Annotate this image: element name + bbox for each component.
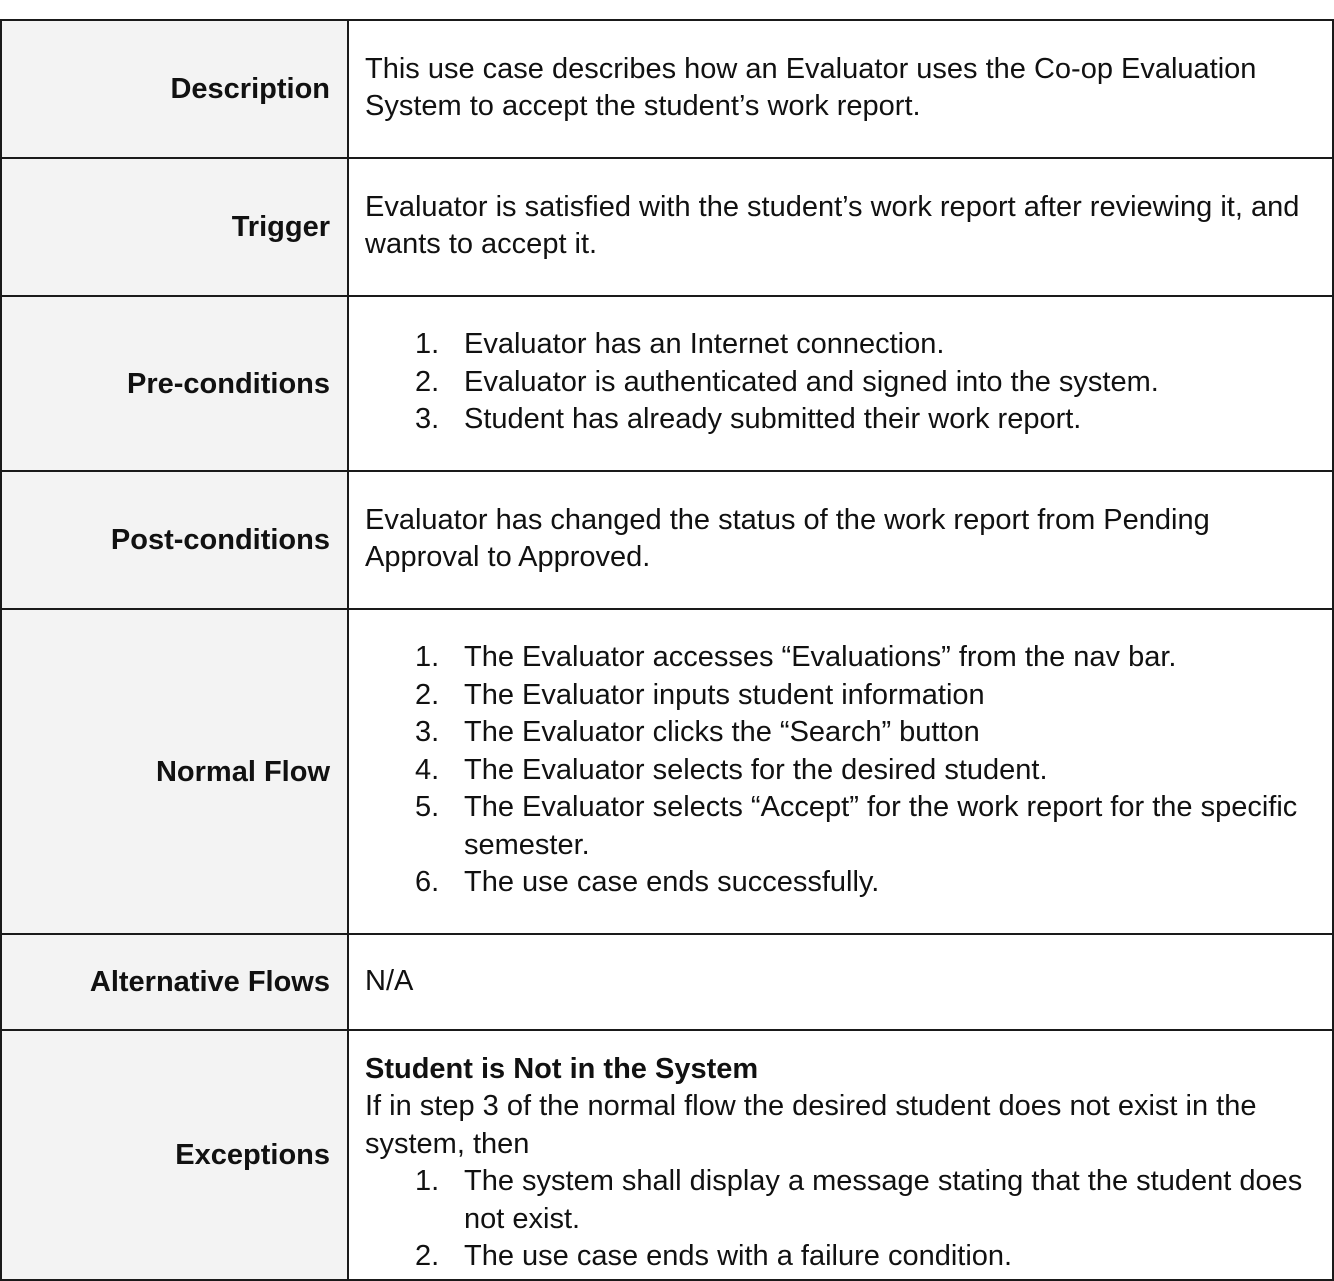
list-number: 6. (415, 866, 440, 899)
list-number: 3. (415, 716, 440, 749)
list-item: 5. The Evaluator selects “Accept” for the… (365, 789, 1316, 864)
row-alternative-flows: Alternative Flows N/A (0, 933, 1334, 1031)
exceptions-cell: Student is Not in the System If in step … (347, 1029, 1334, 1281)
list-item-text: The use case ends with a failure conditi… (464, 1240, 1013, 1272)
postconditions-text: Evaluator has changed the status of the … (347, 470, 1334, 610)
row-preconditions: Pre-conditions 1. Evaluator has an Intern… (0, 295, 1334, 472)
label-description: Description (0, 19, 349, 159)
row-exceptions: Exceptions Student is Not in the System … (0, 1029, 1334, 1281)
list-item-text: The Evaluator accesses “Evaluations” fro… (464, 641, 1177, 674)
list-item: 2. The use case ends with a failure condi… (365, 1238, 1316, 1276)
list-number: 4. (415, 753, 440, 786)
alternative-flows-text: N/A (347, 933, 1334, 1031)
list-item: 3. Student has already submitted their wo… (365, 401, 1316, 439)
preconditions-list: 1. Evaluator has an Internet connection. … (365, 326, 1316, 439)
list-number: 2. (415, 365, 440, 398)
label-trigger: Trigger (0, 157, 349, 297)
list-item-text: Student has already submitted their work… (464, 403, 1082, 436)
label-exceptions: Exceptions (0, 1029, 349, 1281)
list-item: 1. The system shall display a message sta… (365, 1163, 1316, 1238)
list-item-text: Evaluator is authenticated and signed in… (464, 365, 1159, 398)
list-number: 1. (415, 641, 440, 674)
row-trigger: Trigger Evaluator is satisfied with the … (0, 157, 1334, 297)
row-normal-flow: Normal Flow 1. The Evaluator accesses “Ev… (0, 608, 1334, 935)
list-number: 2. (415, 678, 440, 711)
list-number: 5. (415, 791, 440, 824)
list-item-text: The system shall display a message stati… (464, 1165, 1303, 1235)
row-description: Description This use case describes how … (0, 19, 1334, 159)
exception-intro: If in step 3 of the normal flow the desi… (365, 1090, 1257, 1160)
exception-title: Student is Not in the System (365, 1052, 759, 1085)
list-item: 4. The Evaluator selects for the desired … (365, 752, 1316, 790)
row-postconditions: Post-conditions Evaluator has changed th… (0, 470, 1334, 610)
list-number: 2. (415, 1240, 440, 1272)
normal-flow-cell: 1. The Evaluator accesses “Evaluations” f… (347, 608, 1334, 935)
description-text: This use case describes how an Evaluator… (347, 19, 1334, 159)
exceptions-list: 1. The system shall display a message sta… (365, 1163, 1316, 1276)
list-item: 3. The Evaluator clicks the “Search” butt… (365, 714, 1316, 752)
label-normal-flow: Normal Flow (0, 608, 349, 935)
list-number: 1. (415, 328, 440, 361)
label-preconditions: Pre-conditions (0, 295, 349, 472)
list-number: 3. (415, 403, 440, 436)
list-item-text: The Evaluator clicks the “Search” button (464, 716, 980, 749)
list-item: 1. Evaluator has an Internet connection. (365, 326, 1316, 364)
list-item-text: Evaluator has an Internet connection. (464, 328, 945, 361)
list-item: 2. The Evaluator inputs student informati… (365, 677, 1316, 715)
list-item: 6. The use case ends successfully. (365, 864, 1316, 902)
label-postconditions: Post-conditions (0, 470, 349, 610)
list-item-text: The Evaluator selects for the desired st… (464, 753, 1048, 786)
list-item-text: The Evaluator selects “Accept” for the w… (464, 791, 1298, 861)
list-number: 1. (415, 1165, 440, 1197)
list-item: 2. Evaluator is authenticated and signed … (365, 364, 1316, 402)
trigger-text: Evaluator is satisfied with the student’… (347, 157, 1334, 297)
label-alternative-flows: Alternative Flows (0, 933, 349, 1031)
list-item-text: The use case ends successfully. (464, 866, 880, 899)
list-item: 1. The Evaluator accesses “Evaluations” f… (365, 639, 1316, 677)
list-item-text: The Evaluator inputs student information (464, 678, 985, 711)
normal-flow-list: 1. The Evaluator accesses “Evaluations” f… (365, 639, 1316, 902)
preconditions-cell: 1. Evaluator has an Internet connection. … (347, 295, 1334, 472)
